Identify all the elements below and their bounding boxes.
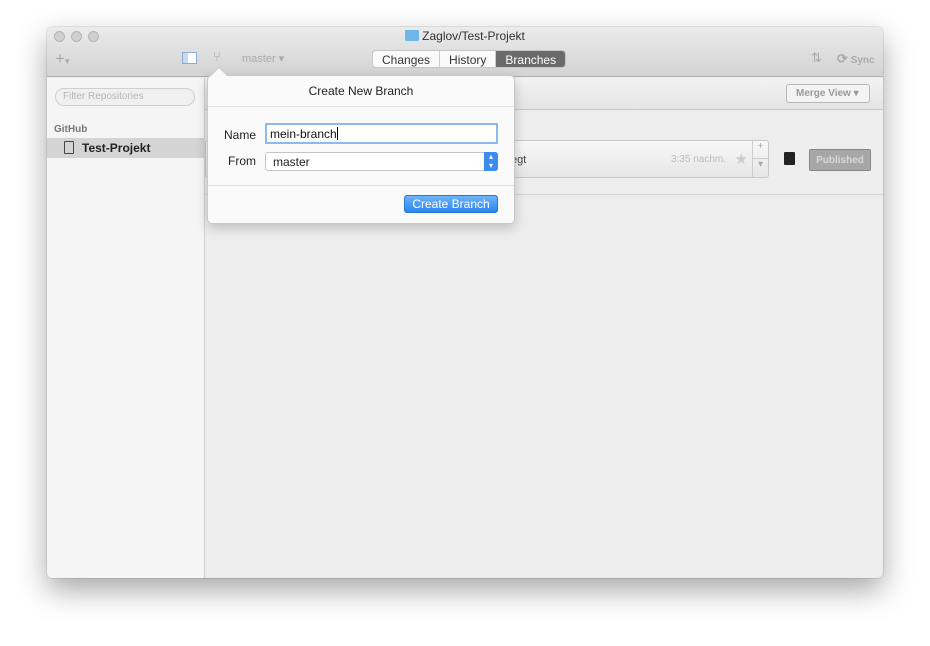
view-tabs: Changes History Branches xyxy=(372,50,567,68)
chevron-updown-icon: ▴ ▾ xyxy=(484,152,498,171)
sync-icon: ⟳ xyxy=(837,51,848,66)
divider xyxy=(208,106,514,107)
create-branch-icon[interactable]: ⑂ xyxy=(213,49,221,64)
text-cursor xyxy=(336,127,338,140)
create-branch-popover: Create New Branch Name mein-branch From … xyxy=(207,66,515,224)
branch-time: 3:35 nachm. xyxy=(670,154,726,165)
repo-label: Test-Projekt xyxy=(82,141,151,155)
branch-selector[interactable]: master ▾ xyxy=(242,52,284,65)
tab-changes[interactable]: Changes xyxy=(373,51,441,67)
published-button[interactable]: Published xyxy=(809,149,871,171)
section-header: GitHub xyxy=(54,124,88,135)
repo-icon xyxy=(64,141,74,154)
sync-label: Sync xyxy=(850,55,875,66)
branch-name-input[interactable]: mein-branch xyxy=(265,123,498,144)
create-branch-button[interactable]: Create Branch xyxy=(404,195,498,213)
toolbar: Zaglov/Test-Projekt +▾ ⑂ master ▾ Change… xyxy=(47,27,883,77)
star-icon[interactable]: ★ xyxy=(735,150,748,168)
tab-branches[interactable]: Branches xyxy=(496,51,566,67)
merge-view-label: Merge View xyxy=(796,88,851,99)
branch-name-value: mein-branch xyxy=(270,127,337,141)
pull-request-icon[interactable]: ⇅ xyxy=(811,50,822,66)
chevron-down-icon[interactable]: ▾ xyxy=(753,159,768,170)
name-label: Name xyxy=(223,128,256,142)
add-button[interactable]: +▾ xyxy=(55,49,69,69)
tab-history[interactable]: History xyxy=(440,51,497,67)
folder-icon xyxy=(405,30,420,41)
filter-repositories-input[interactable]: Filter Repositories xyxy=(55,88,195,106)
publish-icon xyxy=(784,152,795,165)
from-label: From xyxy=(228,154,256,168)
window-title: Zaglov/Test-Projekt xyxy=(47,29,883,43)
sidebar: Filter Repositories GitHub Test-Projekt xyxy=(47,78,205,578)
sync-button[interactable]: ⟳ Sync xyxy=(837,51,875,67)
from-branch-select[interactable]: master ▴ ▾ xyxy=(265,152,498,171)
sidebar-toggle-icon[interactable] xyxy=(182,52,197,64)
chevron-updown-icon: ▾ xyxy=(853,88,859,99)
plus-icon[interactable]: + xyxy=(753,141,768,159)
branch-stepper[interactable]: + ▾ xyxy=(752,141,768,177)
from-branch-value: master xyxy=(273,155,310,169)
plus-icon: + xyxy=(55,49,65,68)
chevron-down-icon: ▾ xyxy=(64,56,70,66)
divider xyxy=(208,185,514,186)
merge-view-button[interactable]: Merge View ▾ xyxy=(786,84,870,103)
popover-title: Create New Branch xyxy=(308,84,414,98)
sidebar-item-test-projekt[interactable]: Test-Projekt xyxy=(47,138,204,158)
window-title-text: Zaglov/Test-Projekt xyxy=(422,29,525,43)
